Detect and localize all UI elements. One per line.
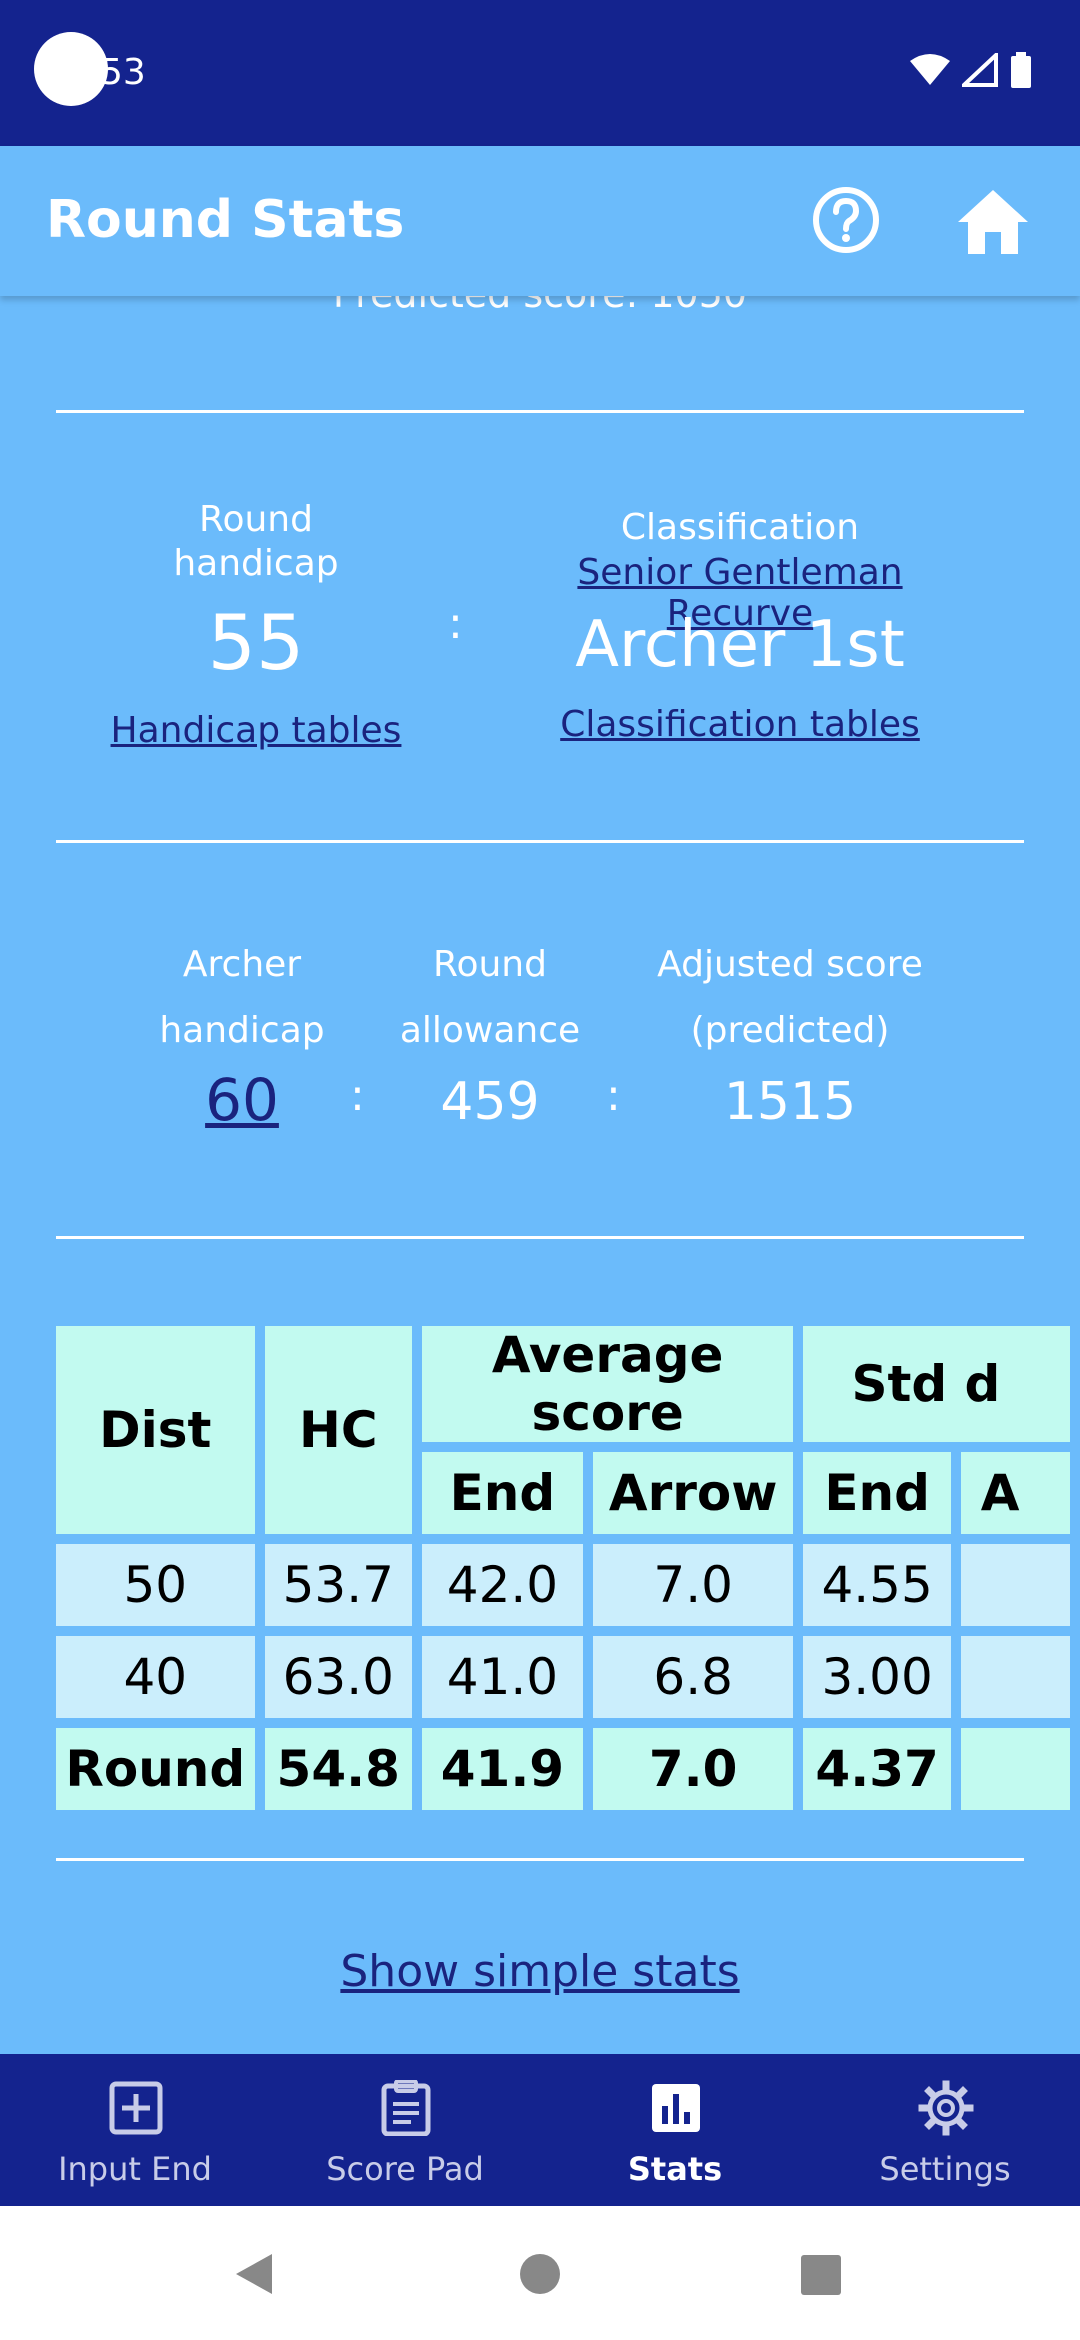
gear-icon (918, 2080, 974, 2136)
cell-avg-end: 41.9 (421, 1728, 583, 1810)
table-row: 50 53.7 42.0 7.0 4.55 (56, 1544, 1070, 1626)
status-bar: 53 (0, 0, 1080, 146)
system-nav-bar (0, 2206, 1080, 2340)
archer-handicap-value-link[interactable]: 60 (142, 1066, 342, 1134)
cell-std-arrow (960, 1544, 1070, 1626)
nav-stats[interactable]: Stats (540, 2054, 810, 2206)
nav-label: Stats (627, 2150, 723, 2188)
round-handicap-value: 55 (207, 598, 305, 687)
header-average-score: Average score (421, 1326, 794, 1442)
cell-hc: 53.7 (264, 1544, 412, 1626)
table-total-row: Round 54.8 41.9 7.0 4.37 (56, 1728, 1070, 1810)
help-circle-icon[interactable] (812, 186, 880, 254)
home-icon[interactable] (958, 188, 1028, 254)
nav-label: Settings (879, 2150, 1011, 2188)
nav-label: Input End (58, 2150, 212, 2188)
nav-label: Score Pad (326, 2150, 484, 2188)
cell-hc: 63.0 (264, 1636, 412, 1718)
classification-label: Classification (620, 507, 860, 548)
divider (56, 1236, 1024, 1239)
battery-icon (1011, 52, 1031, 88)
divider (56, 410, 1024, 413)
classification-value: Archer 1st (575, 608, 905, 682)
signal-icon (962, 53, 998, 87)
status-time: 53 (100, 52, 146, 93)
cell-avg-end: 41.0 (421, 1636, 583, 1718)
header-std-end: End (803, 1452, 951, 1534)
adjusted-score-label-line2: (predicted) (690, 1010, 890, 1051)
separator: : (606, 1070, 621, 1121)
cell-std-arrow (960, 1636, 1070, 1718)
bar-chart-icon (652, 2084, 700, 2132)
separator: : (448, 598, 463, 649)
stats-content[interactable]: Predicted score: 1050 Round handicap 55 … (0, 296, 1080, 2054)
round-handicap-label-line2: handicap (173, 543, 339, 584)
cell-std-arrow (960, 1728, 1070, 1810)
cell-avg-arrow: 6.8 (592, 1636, 794, 1718)
separator: : (350, 1070, 365, 1121)
round-allowance-label-line2: allowance (399, 1010, 581, 1051)
archer-handicap-label-line2: handicap (159, 1010, 325, 1051)
wifi-icon (910, 54, 950, 85)
header-avg-arrow: Arrow (592, 1452, 794, 1534)
header-std-dev: Std d (803, 1326, 1070, 1442)
cell-std-end: 4.55 (803, 1544, 951, 1626)
header-std-arrow: A (960, 1452, 1070, 1534)
cell-avg-arrow: 7.0 (592, 1544, 794, 1626)
status-icons (910, 52, 1032, 88)
page-title: Round Stats (46, 190, 405, 250)
table-row: 40 63.0 41.0 6.8 3.00 (56, 1636, 1070, 1718)
header-hc: HC (264, 1326, 412, 1534)
cell-dist: 50 (56, 1544, 255, 1626)
cell-hc: 54.8 (264, 1728, 412, 1810)
show-simple-stats-link[interactable]: Show simple stats (0, 1946, 1080, 1997)
round-allowance-label-line1: Round (433, 944, 547, 985)
app-bar: Round Stats (0, 146, 1080, 296)
nav-score-pad[interactable]: Score Pad (270, 2054, 540, 2206)
divider (56, 840, 1024, 843)
cell-dist: Round (56, 1728, 255, 1810)
predicted-score-text: Predicted score: 1050 (0, 296, 1080, 316)
adjusted-score-label-line1: Adjusted score (657, 944, 923, 985)
handicap-tables-link[interactable]: Handicap tables (86, 710, 426, 751)
classification-tables-link[interactable]: Classification tables (500, 704, 980, 745)
header-dist: Dist (56, 1326, 255, 1534)
recents-icon[interactable] (800, 2254, 842, 2296)
nav-settings[interactable]: Settings (810, 2054, 1080, 2206)
cell-avg-arrow: 7.0 (592, 1728, 794, 1810)
camera-cutout (34, 32, 108, 106)
round-handicap-label-line1: Round (199, 499, 313, 540)
plus-box-icon (109, 2081, 163, 2135)
adjusted-score-value: 1515 (723, 1072, 857, 1132)
home-circle-icon[interactable] (518, 2252, 562, 2296)
stats-table: Dist HC Average score Std d End Arrow En… (46, 1316, 1080, 1820)
cell-dist: 40 (56, 1636, 255, 1718)
header-avg-end: End (421, 1452, 583, 1534)
nav-input-end[interactable]: Input End (0, 2054, 270, 2206)
cell-std-end: 3.00 (803, 1636, 951, 1718)
cell-std-end: 4.37 (803, 1728, 951, 1810)
back-icon[interactable] (234, 2252, 274, 2296)
cell-avg-end: 42.0 (421, 1544, 583, 1626)
bottom-nav: Input End Score Pad Stats Settings (0, 2054, 1080, 2206)
round-allowance-value: 459 (440, 1072, 540, 1132)
divider (56, 1858, 1024, 1861)
clipboard-icon (381, 2080, 431, 2136)
archer-handicap-label-line1: Archer (182, 944, 302, 985)
